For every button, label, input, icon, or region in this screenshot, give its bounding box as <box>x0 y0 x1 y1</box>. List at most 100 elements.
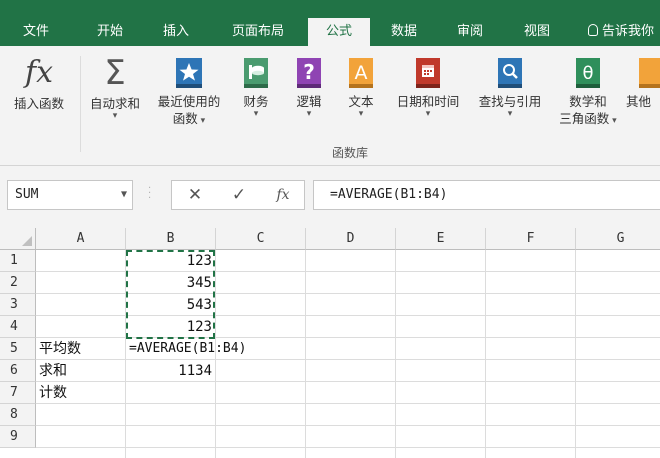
more-functions-button[interactable]: 其他 <box>626 52 660 110</box>
tab-data[interactable]: 数据 <box>374 18 434 46</box>
ribbon-tabs: 文件 开始 插入 页面布局 公式 数据 审阅 视图 告诉我你 <box>0 18 660 46</box>
cell-a5[interactable]: 平均数 <box>36 338 125 360</box>
cell-a7[interactable]: 计数 <box>36 382 125 404</box>
chevron-down-icon: ▾ <box>609 116 617 126</box>
row-header-5[interactable]: 5 <box>0 338 36 360</box>
text-a-icon: A <box>349 58 373 88</box>
drag-handle-icon[interactable]: · · · <box>148 184 152 204</box>
more-functions-icon <box>639 58 660 88</box>
recently-used-label-2: 函数 <box>172 111 198 126</box>
tab-insert[interactable]: 插入 <box>148 18 204 46</box>
column-header-d[interactable]: D <box>306 228 396 250</box>
gridline <box>575 250 576 458</box>
text-label: 文本 <box>348 94 374 109</box>
row-header-1[interactable]: 1 <box>0 250 36 272</box>
row-header-3[interactable]: 3 <box>0 294 36 316</box>
lookup-label: 查找与引用 <box>478 94 542 109</box>
chevron-down-icon: ▾ <box>425 109 431 119</box>
row-header-7[interactable]: 7 <box>0 382 36 404</box>
formula-input[interactable]: =AVERAGE(B1:B4) <box>313 180 660 210</box>
calendar-icon <box>416 58 440 88</box>
ribbon-separator <box>80 56 81 152</box>
logical-question-icon: ? <box>297 58 321 88</box>
column-header-g[interactable]: G <box>576 228 660 250</box>
ribbon-formulas: fx 插入函数 Σ 自动求和 ▾ 最近使用的 函数 ▾ 财务 ▾ ? 逻辑 ▾ … <box>0 46 660 166</box>
math-theta-icon: θ <box>576 58 600 88</box>
sigma-icon: Σ <box>104 53 126 93</box>
svg-text:θ: θ <box>582 63 593 84</box>
fx-icon: fx <box>24 55 54 90</box>
chevron-down-icon: ▾ <box>197 116 206 126</box>
tab-view[interactable]: 视图 <box>506 18 568 46</box>
column-header-e[interactable]: E <box>396 228 486 250</box>
chevron-down-icon: ▾ <box>253 109 259 119</box>
financial-button[interactable]: 财务 ▾ <box>236 52 276 119</box>
column-header-f[interactable]: F <box>486 228 576 250</box>
chevron-down-icon: ▾ <box>358 109 364 119</box>
math-trig-button[interactable]: θ 数学和 三角函数 ▾ <box>552 52 624 130</box>
row-header-6[interactable]: 6 <box>0 360 36 382</box>
autosum-label: 自动求和 <box>89 96 140 111</box>
gridline <box>36 425 660 426</box>
copy-range-marquee <box>126 250 215 339</box>
tab-formulas[interactable]: 公式 <box>308 18 370 46</box>
lookup-reference-button[interactable]: 查找与引用 ▾ <box>470 52 550 119</box>
svg-text:A: A <box>355 62 368 84</box>
logical-button[interactable]: ? 逻辑 ▾ <box>288 52 330 119</box>
name-box[interactable]: SUM ▼ <box>7 180 133 210</box>
finance-book-icon <box>244 58 268 88</box>
gridline <box>485 250 486 458</box>
star-book-icon <box>176 58 202 88</box>
function-library-group-label: 函数库 <box>331 146 368 160</box>
formula-bar: SUM ▼ · · · ✕ ✓ fx =AVERAGE(B1:B4) <box>0 166 660 228</box>
lookup-magnifier-icon <box>498 58 522 88</box>
column-header-c[interactable]: C <box>216 228 306 250</box>
more-functions-label: 其他 <box>626 94 652 109</box>
text-button[interactable]: A 文本 ▾ <box>338 52 384 119</box>
math-label-2: 三角函数 <box>559 111 610 126</box>
column-header-b[interactable]: B <box>126 228 216 250</box>
insert-function-label: 插入函数 <box>13 96 64 111</box>
enter-check-icon[interactable]: ✓ <box>224 181 254 209</box>
row-header-9[interactable]: 9 <box>0 426 36 448</box>
recently-used-label: 最近使用的 <box>157 94 221 109</box>
row-header-4[interactable]: 4 <box>0 316 36 338</box>
tell-me-label: 告诉我你 <box>602 24 655 39</box>
logical-label: 逻辑 <box>296 94 322 109</box>
chevron-down-icon: ▾ <box>507 109 513 119</box>
worksheet-grid: A B C D E F G 1 2 3 4 5 6 7 8 9 123 345 … <box>0 228 660 458</box>
chevron-down-icon[interactable]: ▼ <box>121 181 127 209</box>
insert-function-fx-icon[interactable]: fx <box>268 181 298 209</box>
tab-review[interactable]: 审阅 <box>440 18 500 46</box>
cell-a6[interactable]: 求和 <box>36 360 125 382</box>
cell-b6[interactable]: 1134 <box>126 360 215 382</box>
formula-bar-buttons: ✕ ✓ fx <box>171 180 305 210</box>
tab-page-layout[interactable]: 页面布局 <box>218 18 298 46</box>
svg-text:?: ? <box>303 60 315 84</box>
autosum-button[interactable]: Σ 自动求和 ▾ <box>82 52 148 121</box>
title-bar <box>0 0 660 18</box>
tell-me-search[interactable]: 告诉我你 <box>588 18 654 46</box>
chevron-down-icon: ▾ <box>306 109 312 119</box>
row-header-2[interactable]: 2 <box>0 272 36 294</box>
row-header-8[interactable]: 8 <box>0 404 36 426</box>
datetime-button[interactable]: 日期和时间 ▾ <box>388 52 468 119</box>
math-label: 数学和 <box>569 94 607 109</box>
tab-file[interactable]: 文件 <box>10 18 62 46</box>
chevron-down-icon: ▾ <box>112 111 118 121</box>
cancel-icon[interactable]: ✕ <box>180 181 210 209</box>
name-box-value: SUM <box>15 187 39 202</box>
gridline <box>36 447 660 448</box>
column-header-a[interactable]: A <box>36 228 126 250</box>
cell-b5[interactable]: =AVERAGE(B1:B4) <box>126 338 306 360</box>
select-all-triangle-icon <box>22 236 32 246</box>
gridline <box>395 250 396 458</box>
financial-label: 财务 <box>243 94 269 109</box>
recently-used-button[interactable]: 最近使用的 函数 ▾ <box>150 52 228 130</box>
tab-home[interactable]: 开始 <box>82 18 138 46</box>
select-all-corner[interactable] <box>0 228 36 250</box>
lightbulb-icon <box>588 24 598 36</box>
datetime-label: 日期和时间 <box>396 94 460 109</box>
gridline <box>36 403 660 404</box>
insert-function-button[interactable]: fx 插入函数 <box>4 52 74 112</box>
